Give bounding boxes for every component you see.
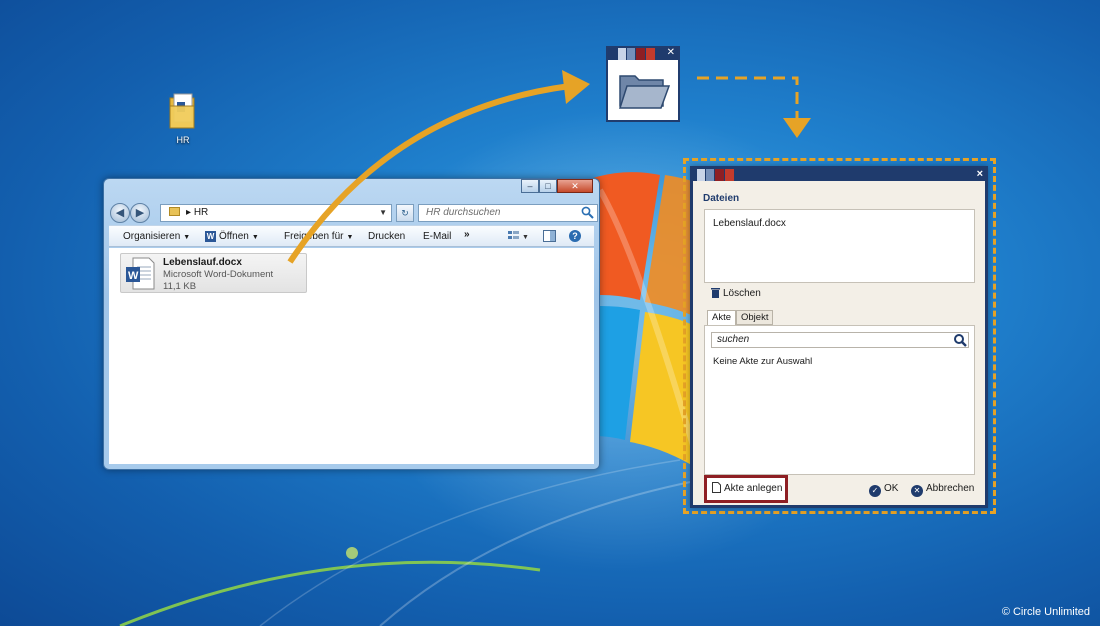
file-type: Microsoft Word-Dokument bbox=[163, 269, 274, 280]
help-icon[interactable]: ? bbox=[569, 230, 581, 242]
share-menu[interactable]: Freigeben für ▼ bbox=[284, 231, 353, 242]
open-button[interactable]: W Öffnen ▼ bbox=[205, 231, 259, 242]
command-bar: Organisieren ▼ W Öffnen ▼ Freigeben für ▼ Dr… bbox=[109, 225, 594, 247]
ok-label: OK bbox=[884, 483, 899, 494]
tab-objekt[interactable]: Objekt bbox=[736, 310, 774, 325]
copyright-notice: © Circle Unlimited bbox=[1001, 606, 1090, 618]
file-size: 11,1 KB bbox=[163, 281, 197, 292]
dialog-close-button[interactable]: × bbox=[977, 168, 983, 180]
maximize-button[interactable]: □ bbox=[539, 179, 557, 193]
search-placeholder: HR durchsuchen bbox=[426, 207, 501, 218]
print-button[interactable]: Drucken bbox=[368, 231, 405, 242]
cancel-button[interactable]: ✕ Abbrechen bbox=[911, 483, 974, 497]
view-options-icon[interactable]: ▼ bbox=[507, 230, 529, 245]
tab-akte[interactable]: Akte bbox=[707, 310, 737, 326]
window-controls: – □ ✕ bbox=[521, 179, 593, 193]
desktop-folder-hr[interactable]: HR bbox=[160, 92, 206, 145]
x-circle-icon: ✕ bbox=[911, 485, 923, 497]
close-icon: ✕ bbox=[666, 47, 675, 58]
section-title: Dateien bbox=[703, 193, 740, 204]
empty-message: Keine Akte zur Auswahl bbox=[713, 356, 813, 367]
open-folder-icon bbox=[618, 75, 671, 109]
email-button[interactable]: E-Mail bbox=[423, 231, 451, 242]
files-list[interactable]: Lebenslauf.docx bbox=[704, 209, 975, 283]
more-button[interactable]: » bbox=[464, 229, 470, 240]
file-list[interactable]: W Lebenslauf.docx Microsoft Word-Dokumen… bbox=[109, 248, 594, 464]
search-input[interactable]: suchen bbox=[711, 332, 969, 348]
svg-text:▼: ▼ bbox=[522, 234, 529, 241]
dms-app-icon: ✕ bbox=[606, 46, 680, 122]
akte-panel: suchen Keine Akte zur Auswahl bbox=[704, 325, 975, 475]
desktop-folder-label: HR bbox=[176, 135, 190, 145]
word-icon: W bbox=[205, 231, 216, 242]
svg-text:W: W bbox=[128, 270, 139, 282]
create-akte-button[interactable]: Akte anlegen bbox=[704, 475, 788, 503]
delete-label: Löschen bbox=[723, 288, 761, 299]
file-name: Lebenslauf.docx bbox=[163, 257, 242, 268]
dms-dialog: × Dateien Lebenslauf.docx Löschen Akte O… bbox=[690, 166, 988, 508]
back-button[interactable]: ◀ bbox=[110, 203, 130, 223]
search-icon[interactable] bbox=[581, 206, 594, 219]
create-akte-label: Akte anlegen bbox=[724, 483, 783, 494]
minimize-button[interactable]: – bbox=[521, 179, 539, 193]
folder-icon bbox=[169, 207, 180, 216]
file-entry[interactable]: Lebenslauf.docx bbox=[713, 218, 786, 229]
preview-pane-icon[interactable] bbox=[543, 230, 556, 245]
refresh-button[interactable]: ↻ bbox=[396, 204, 414, 222]
trash-icon bbox=[711, 288, 720, 298]
word-document-icon: W bbox=[126, 257, 155, 290]
file-item[interactable]: W Lebenslauf.docx Microsoft Word-Dokumen… bbox=[120, 253, 307, 293]
breadcrumb-arrow: ▸ bbox=[186, 207, 194, 218]
search-icon[interactable] bbox=[953, 333, 967, 347]
address-text: HR bbox=[193, 207, 209, 218]
forward-button[interactable]: ▶ bbox=[130, 203, 150, 223]
chevron-down-icon[interactable]: ▼ bbox=[379, 205, 387, 221]
search-input[interactable]: HR durchsuchen bbox=[418, 204, 598, 222]
navigation-bar: ◀ ▶ ▸ HR ▼ ↻ HR durchsuchen bbox=[110, 203, 598, 223]
ok-button[interactable]: ✓ OK bbox=[869, 483, 898, 497]
dialog-titlebar: × bbox=[693, 168, 985, 181]
address-bar[interactable]: ▸ HR ▼ bbox=[160, 204, 392, 222]
cancel-label: Abbrechen bbox=[926, 483, 975, 494]
organize-menu[interactable]: Organisieren ▼ bbox=[123, 231, 190, 242]
new-document-icon bbox=[712, 482, 721, 493]
folder-icon bbox=[169, 93, 195, 129]
explorer-window[interactable]: – □ ✕ ◀ ▶ ▸ HR ▼ ↻ HR durchsuchen Organi… bbox=[103, 178, 600, 470]
mini-titlebar: ✕ bbox=[608, 47, 678, 60]
check-icon: ✓ bbox=[869, 485, 881, 497]
close-button[interactable]: ✕ bbox=[557, 179, 593, 193]
search-value: suchen bbox=[717, 334, 750, 345]
delete-button[interactable]: Löschen bbox=[711, 287, 761, 299]
